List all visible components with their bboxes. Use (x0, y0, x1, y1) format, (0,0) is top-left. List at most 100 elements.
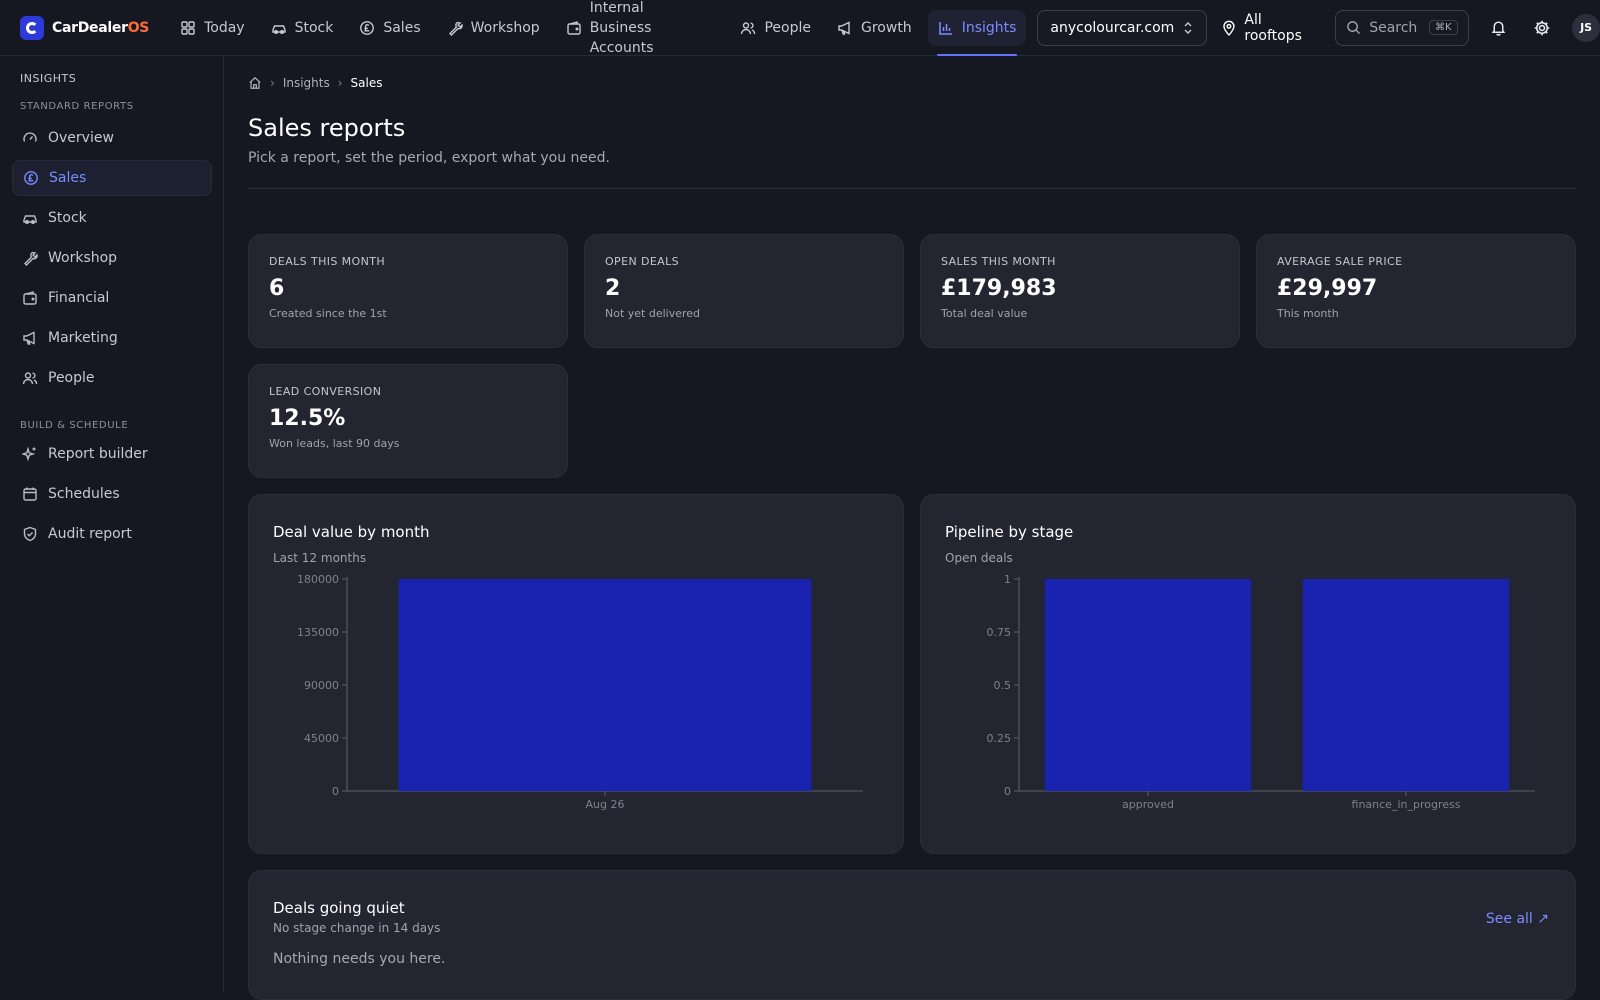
y-tick-label: 0.25 (987, 732, 1012, 745)
wrench-icon (24, 251, 38, 266)
x-tick-label: finance_in_progress (1352, 798, 1461, 811)
sidebar-item-audit-report[interactable]: Audit report (12, 516, 212, 552)
rooftops-selector[interactable]: All rooftops (1221, 12, 1324, 44)
see-all-link[interactable]: See all ↗ (1486, 911, 1549, 927)
bell-icon (1491, 21, 1506, 36)
megaphone-icon (23, 331, 35, 345)
sidebar-item-stock[interactable]: Stock (12, 200, 212, 236)
kpi-value: £29,997 (1277, 276, 1378, 301)
settings-button[interactable] (1528, 14, 1556, 42)
sidebar-section-standard-reports: STANDARD REPORTS (20, 101, 134, 112)
y-tick-label: 0 (1004, 785, 1011, 798)
search-shortcut-badge: ⌘K (1428, 20, 1458, 35)
nav-item-label: Workshop (470, 19, 540, 36)
domain-select-value: anycolourcar.com (1050, 19, 1175, 36)
kpi-value: 12.5% (269, 406, 346, 431)
sidebar-item-sales[interactable]: Sales (12, 160, 212, 196)
logo-mark-icon (20, 15, 44, 40)
kpi-label: OPEN DEALS (605, 255, 680, 268)
sidebar-item-label: People (48, 370, 95, 386)
nav-item-today[interactable]: Today (167, 0, 258, 56)
breadcrumb-current: Sales (350, 76, 383, 90)
nav-item-sales[interactable]: Sales (346, 0, 433, 56)
breadcrumb-parent[interactable]: Insights (283, 76, 330, 90)
y-tick-label: 180000 (297, 573, 339, 586)
nav-item-stock[interactable]: Stock (258, 0, 347, 56)
sidebar-item-label: Overview (48, 130, 114, 146)
bar-chart-icon (938, 21, 952, 35)
x-tick-label: Aug 26 (586, 798, 625, 811)
kpi-card-lead-conversion: LEAD CONVERSION 12.5% Won leads, last 90… (248, 364, 568, 478)
sidebar-item-workshop[interactable]: Workshop (12, 240, 212, 276)
app-logo[interactable]: CarDealerOS (20, 15, 167, 40)
kpi-value: 6 (269, 276, 285, 301)
sidebar-section-build-schedule: BUILD & SCHEDULE (20, 420, 129, 431)
notifications-button[interactable] (1485, 14, 1513, 42)
y-tick-label: 45000 (304, 732, 339, 745)
pipeline-chart: 0 0.25 0.5 0.75 1 approved finance_in_progress (987, 573, 1535, 811)
nav-item-label: Today (204, 19, 245, 36)
kpi-note: Not yet delivered (605, 307, 701, 320)
sidebar-item-label: Workshop (48, 250, 118, 266)
kpi-label: DEALS THIS MONTH (269, 255, 386, 268)
nav-item-workshop[interactable]: Workshop (434, 0, 553, 56)
nav-item-people[interactable]: People (727, 0, 824, 56)
wallet-icon (566, 20, 581, 35)
kpi-card-deals-this-month: DEALS THIS MONTH 6 Created since the 1st (248, 234, 568, 348)
chart-card-pipeline-by-stage: Pipeline by stage Open deals 0 0.25 0.5 0.7… (920, 494, 1576, 854)
people-icon (741, 21, 756, 34)
nav-item-label: Internal Business Accounts (589, 0, 654, 56)
y-tick-label: 0.75 (987, 626, 1012, 639)
bar-finance-in-progress (1302, 579, 1510, 791)
sidebar-item-label: Report builder (48, 446, 148, 462)
top-navigation-bar: CarDealerOS Today Stock Sales Workshop I… (0, 0, 1600, 56)
grid-icon (181, 20, 195, 35)
deals-going-quiet-card: Deals going quiet No stage change in 14 … (248, 870, 1576, 1000)
main-nav: Today Stock Sales Workshop Internal Busi… (167, 0, 1029, 56)
megaphone-icon (838, 20, 850, 35)
search-icon (1347, 21, 1361, 35)
sidebar-item-report-builder[interactable]: Report builder (12, 436, 212, 472)
chevron-right-icon: › (270, 76, 275, 90)
sidebar-title: INSIGHTS (20, 72, 77, 85)
search-input[interactable]: Search ⌘K (1335, 9, 1469, 46)
y-tick-label: 1 (1004, 573, 1011, 586)
nav-item-internal-business-accounts[interactable]: Internal Business Accounts (553, 0, 718, 56)
car-icon (23, 215, 37, 224)
sidebar-item-label: Audit report (48, 526, 132, 542)
page-subtitle: Pick a report, set the period, export wh… (248, 150, 610, 166)
nav-item-growth[interactable]: Growth (824, 0, 925, 56)
chevron-up-down-icon (1184, 21, 1192, 34)
section-title: Deals going quiet (273, 899, 405, 917)
nav-item-label: Insights (961, 19, 1017, 36)
wrench-icon (448, 21, 463, 36)
domain-select[interactable]: anycolourcar.com (1037, 9, 1207, 46)
kpi-value: £179,983 (941, 276, 1057, 301)
y-tick-label: 0 (332, 785, 339, 798)
kpi-note: Created since the 1st (269, 307, 387, 320)
chart-card-deal-value-by-month: Deal value by month Last 12 months 0 4500… (248, 494, 904, 854)
nav-item-insights[interactable]: Insights (925, 0, 1030, 56)
app-name: CarDealerOS (52, 19, 150, 36)
kpi-value: 2 (605, 276, 621, 301)
sidebar-item-schedules[interactable]: Schedules (12, 476, 212, 512)
deal-value-chart: 0 45000 90000 135000 180000 Aug 26 (297, 573, 863, 811)
empty-state-text: Nothing needs you here. (273, 951, 446, 967)
kpi-card-average-sale-price: AVERAGE SALE PRICE £29,997 This month (1256, 234, 1576, 348)
chevron-right-icon: › (337, 76, 343, 90)
nav-item-label: Stock (294, 19, 334, 36)
kpi-card-sales-this-month: SALES THIS MONTH £179,983 Total deal val… (920, 234, 1240, 348)
home-icon[interactable] (248, 76, 262, 90)
kpi-note: Total deal value (941, 307, 1028, 320)
car-icon (271, 24, 286, 34)
sidebar-item-marketing[interactable]: Marketing (12, 320, 212, 356)
calendar-icon (23, 487, 37, 501)
user-avatar[interactable]: JS (1572, 13, 1600, 42)
sidebar-item-overview[interactable]: Overview (12, 120, 212, 156)
sidebar-item-people[interactable]: People (12, 360, 212, 396)
x-tick-label: approved (1122, 798, 1174, 811)
sidebar-item-label: Schedules (48, 486, 120, 502)
sidebar-item-financial[interactable]: Financial (12, 280, 212, 316)
y-tick-label: 0.5 (994, 679, 1012, 692)
sidebar: INSIGHTS STANDARD REPORTS Overview Sales… (0, 56, 224, 992)
